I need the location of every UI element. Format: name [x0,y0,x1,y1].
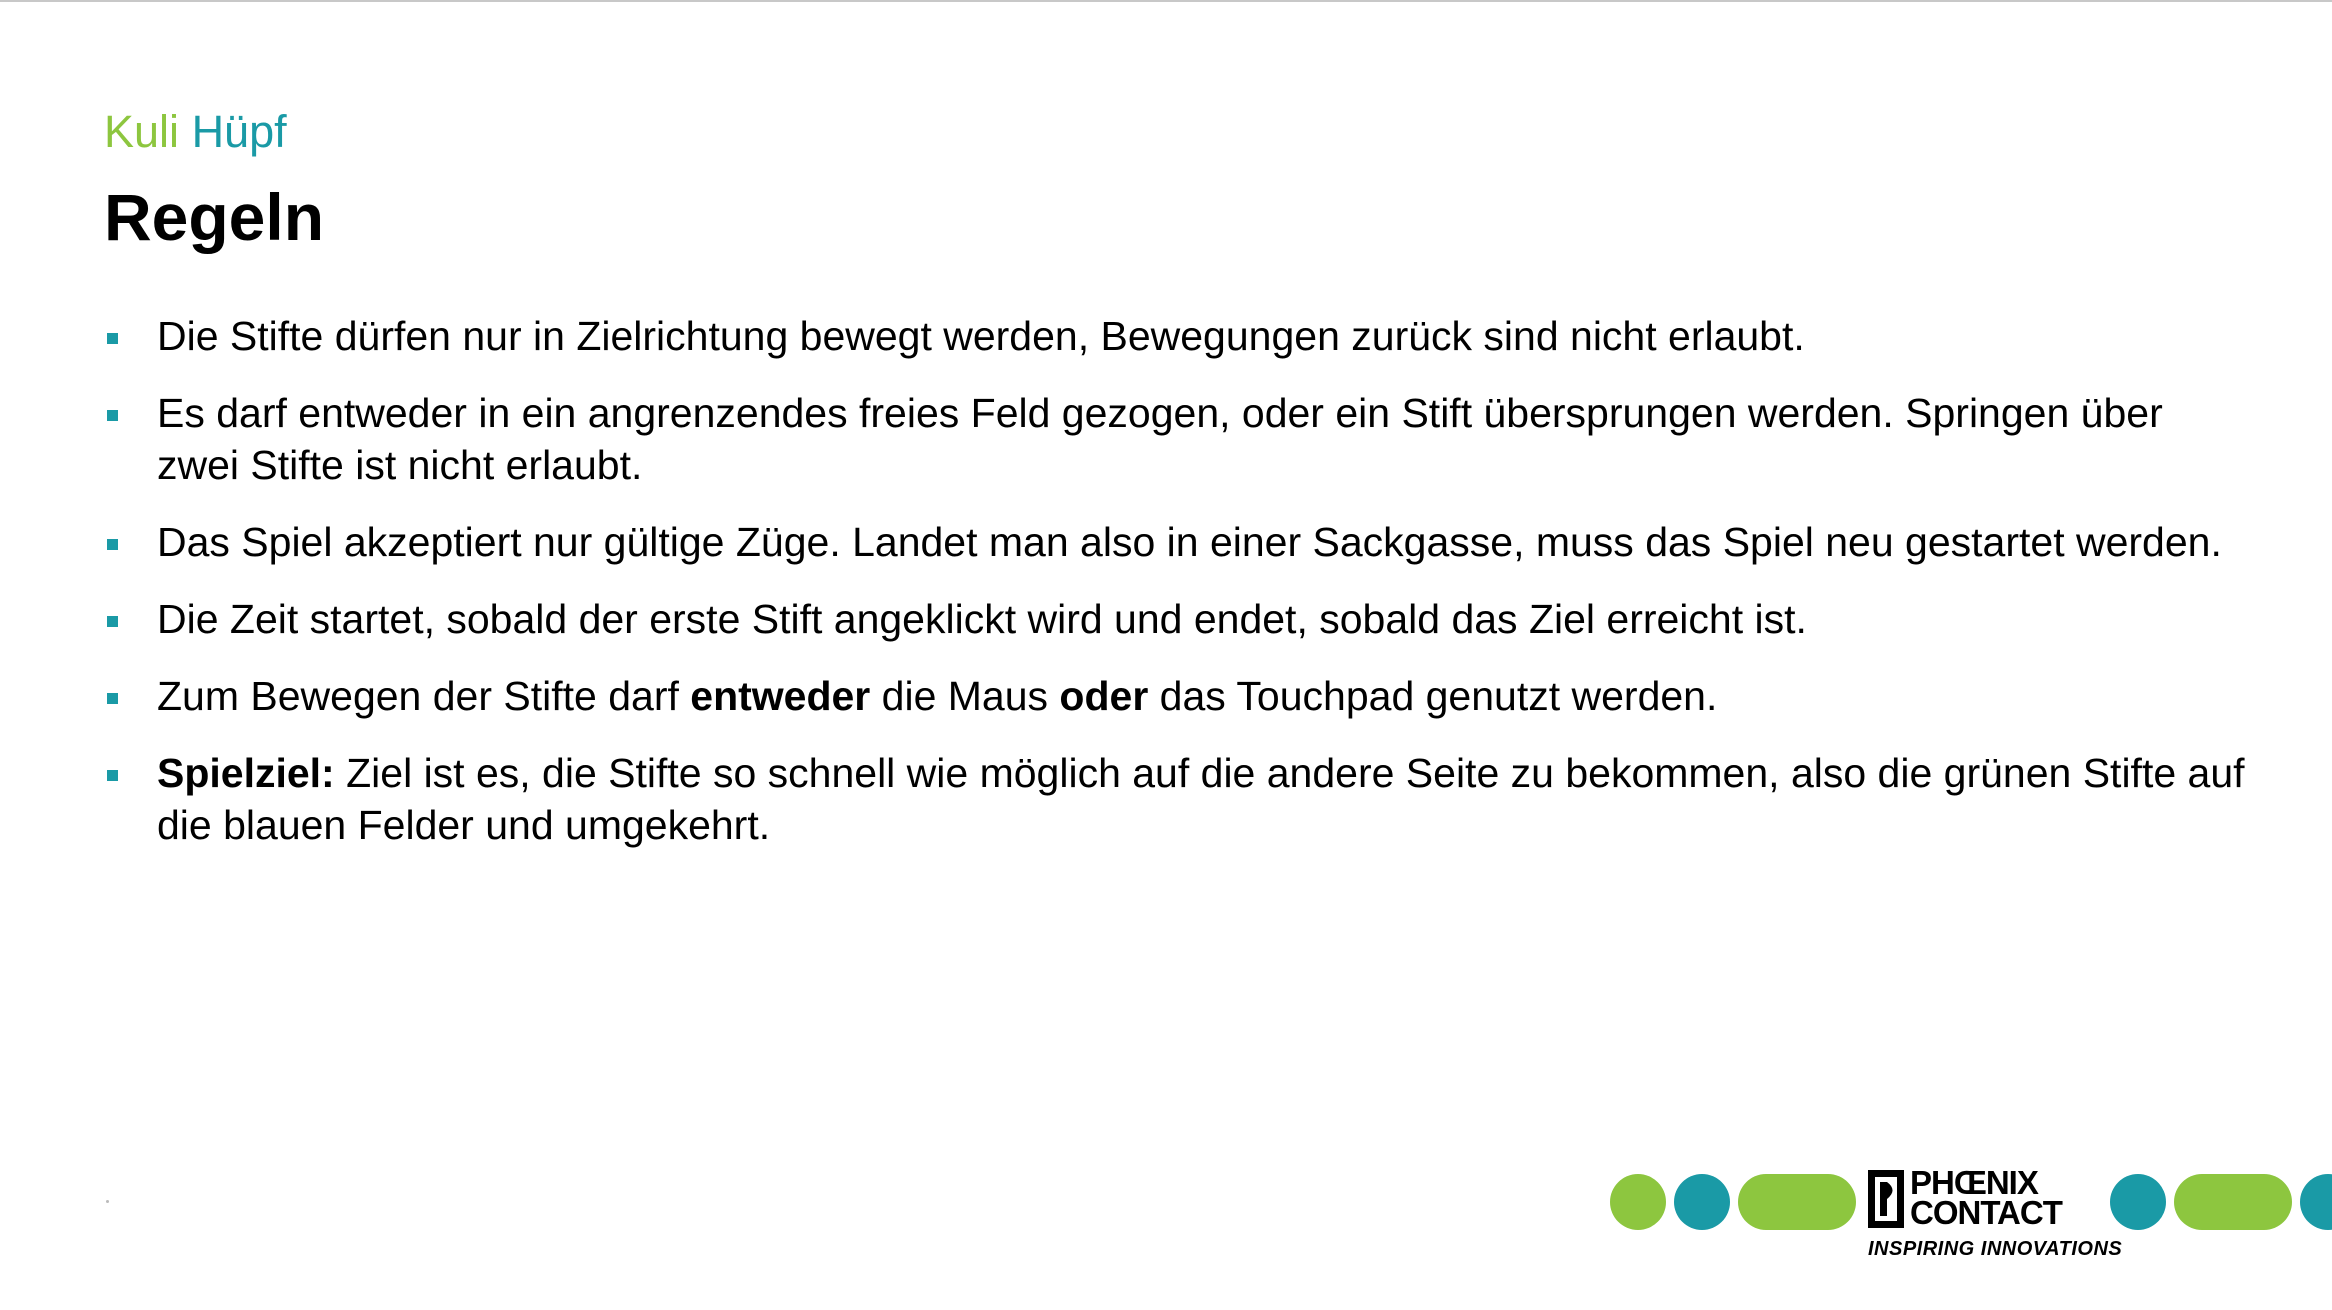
teal-dot-1 [1674,1174,1730,1230]
teal-dot-2 [2110,1174,2166,1230]
rule-item: Die Zeit startet, sobald der erste Stift… [104,593,2254,645]
rule-text: das Touchpad genutzt werden. [1148,673,1718,719]
square-bullet-icon [107,616,118,627]
rule-item: Das Spiel akzeptiert nur gültige Züge. L… [104,516,2254,568]
slide-title: Regeln [104,180,325,254]
footer-logo-bar: PHŒNIX CONTACT INSPIRING INNOVATIONS [1610,1166,2332,1268]
rule-text: Es darf entweder in ein angrenzendes fre… [157,390,2163,488]
top-rule [0,0,2332,2]
teal-dot-3 [2300,1174,2332,1230]
rule-text: Ziel ist es, die Stifte so schnell wie m… [157,750,2245,848]
green-dot-1 [1610,1174,1666,1230]
rule-text-bold: entweder [690,673,871,719]
square-bullet-icon [107,539,118,550]
rule-text: Das Spiel akzeptiert nur gültige Züge. L… [157,519,2222,565]
rule-text: Zum Bewegen der Stifte darf [157,673,691,719]
square-bullet-icon [107,333,118,344]
green-pill-1 [1738,1174,1856,1230]
square-bullet-icon [107,770,118,781]
square-bullet-icon [107,410,118,421]
rule-item: Zum Bewegen der Stifte darf entweder die… [104,670,2254,722]
logo-tagline: INSPIRING INNOVATIONS [1868,1238,2123,1260]
rule-text: Die Stifte dürfen nur in Zielrichtung be… [157,313,1805,359]
kicker-word-huepf: Hüpf [191,106,287,157]
slide-kicker: Kuli Hüpf [104,104,287,160]
rule-item: Spielziel: Ziel ist es, die Stifte so sc… [104,747,2254,851]
rule-text-bold: Spielziel: [157,750,335,796]
rule-item: Es darf entweder in ein angrenzendes fre… [104,387,2254,491]
green-pill-2 [2174,1174,2292,1230]
phoenix-contact-logo-icon [1868,1170,1904,1228]
rule-text: die Maus [870,673,1060,719]
rule-text-bold: oder [1059,673,1149,719]
page-marker [106,1200,109,1203]
logo-wordmark: PHŒNIX CONTACT [1910,1166,2063,1231]
kicker-word-kuli: Kuli [104,106,180,157]
rule-item: Die Stifte dürfen nur in Zielrichtung be… [104,310,2254,362]
rule-text: Die Zeit startet, sobald der erste Stift… [157,596,1807,642]
rules-list: Die Stifte dürfen nur in Zielrichtung be… [104,310,2254,876]
logo-brand-line2: CONTACT [1910,1194,2063,1231]
square-bullet-icon [107,693,118,704]
